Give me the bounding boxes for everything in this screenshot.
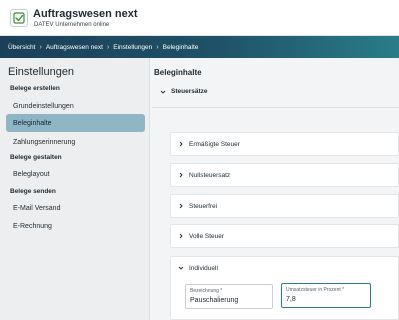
breadcrumb-item-einstellungen[interactable]: Einstellungen: [113, 44, 152, 51]
accordion-ermaessigte-steuer[interactable]: Ermäßigte Steuer: [170, 132, 399, 156]
umsatzsteuer-prozent-field[interactable]: Umsatzsteuer in Prozent * 7,8: [281, 283, 371, 308]
sidebar-item-e-rechnung[interactable]: E-Rechnung: [6, 217, 145, 235]
sidebar-item-label: Zahlungserinnerung: [13, 138, 76, 146]
app-title: Auftragswesen next: [33, 8, 138, 20]
umsatzsteuer-label: Umsatzsteuer in Prozent *: [286, 287, 345, 293]
accordion-label: Ermäßigte Steuer: [189, 140, 240, 148]
chevron-right-icon: [179, 203, 183, 209]
breadcrumb: Übersicht › Auftragswesen next › Einstel…: [0, 36, 399, 58]
breadcrumb-chevron-icon: ›: [39, 43, 42, 51]
app-header: Auftragswesen next DATEV Unternehmen onl…: [0, 0, 399, 36]
sidebar-item-beleglayout[interactable]: Beleglayout: [6, 165, 145, 183]
chevron-right-icon: [179, 172, 183, 178]
accordion-label: Steuerfrei: [189, 202, 218, 210]
chevron-down-icon: [178, 266, 184, 270]
main-content: Beleginhalte Steuersätze Ermäßigte Steue…: [150, 58, 399, 320]
accordion-label: Individuell: [189, 265, 218, 272]
section-label-steuersaetze: Steuersätze: [171, 88, 208, 95]
sidebar-item-email-versand[interactable]: E-Mail Versand: [6, 199, 145, 217]
accordion-label: Volle Steuer: [189, 232, 225, 240]
accordion-nullsteuersatz[interactable]: Nullsteuersatz: [170, 163, 399, 187]
sidebar-item-zahlungserinnerung[interactable]: Zahlungserinnerung: [6, 133, 145, 151]
datev-app-logo-icon[interactable]: [10, 9, 28, 27]
sidebar-section-belege-gestalten: Belege gestalten: [10, 154, 62, 161]
sidebar-item-label: E-Rechnung: [13, 222, 52, 230]
sidebar-section-belege-senden: Belege senden: [10, 188, 56, 195]
sidebar: Einstellungen Belege erstellen Grundeins…: [0, 58, 150, 320]
sidebar-item-label: E-Mail Versand: [13, 204, 61, 212]
umsatzsteuer-value: 7,8: [286, 296, 296, 303]
app-subtitle: DATEV Unternehmen online: [34, 22, 110, 28]
breadcrumb-item-auftragswesen[interactable]: Auftragswesen next: [46, 44, 103, 51]
sidebar-section-belege-erstellen: Belege erstellen: [10, 85, 60, 92]
sidebar-title: Einstellungen: [8, 66, 75, 78]
breadcrumb-chevron-icon: ›: [156, 43, 159, 51]
chevron-right-icon: [179, 233, 183, 239]
chevron-down-icon: [160, 90, 166, 94]
section-toggle-steuersaetze[interactable]: Steuersätze: [160, 88, 208, 95]
sidebar-item-beleginhalte[interactable]: Beleginhalte: [6, 114, 145, 132]
divider: [152, 107, 399, 108]
sidebar-item-grundeinstellungen[interactable]: Grundeinstellungen: [6, 97, 145, 115]
bezeichnung-field[interactable]: Bezeichnung * Pauschalierung: [185, 284, 273, 309]
accordion-volle-steuer[interactable]: Volle Steuer: [170, 224, 399, 248]
page-title: Beleginhalte: [154, 68, 202, 77]
accordion-label: Nullsteuersatz: [189, 171, 231, 179]
sidebar-item-label: Grundeinstellungen: [13, 102, 74, 110]
bezeichnung-label: Bezeichnung *: [190, 288, 223, 294]
breadcrumb-item-uebersicht[interactable]: Übersicht: [8, 44, 35, 51]
accordion-steuerfrei[interactable]: Steuerfrei: [170, 194, 399, 218]
chevron-right-icon: [179, 141, 183, 147]
breadcrumb-chevron-icon: ›: [106, 43, 110, 51]
bezeichnung-value: Pauschalierung: [190, 297, 239, 304]
breadcrumb-item-beleginhalte: Beleginhalte: [162, 43, 199, 51]
sidebar-item-label: Beleginhalte: [13, 119, 52, 127]
sidebar-item-label: Beleglayout: [13, 170, 50, 178]
